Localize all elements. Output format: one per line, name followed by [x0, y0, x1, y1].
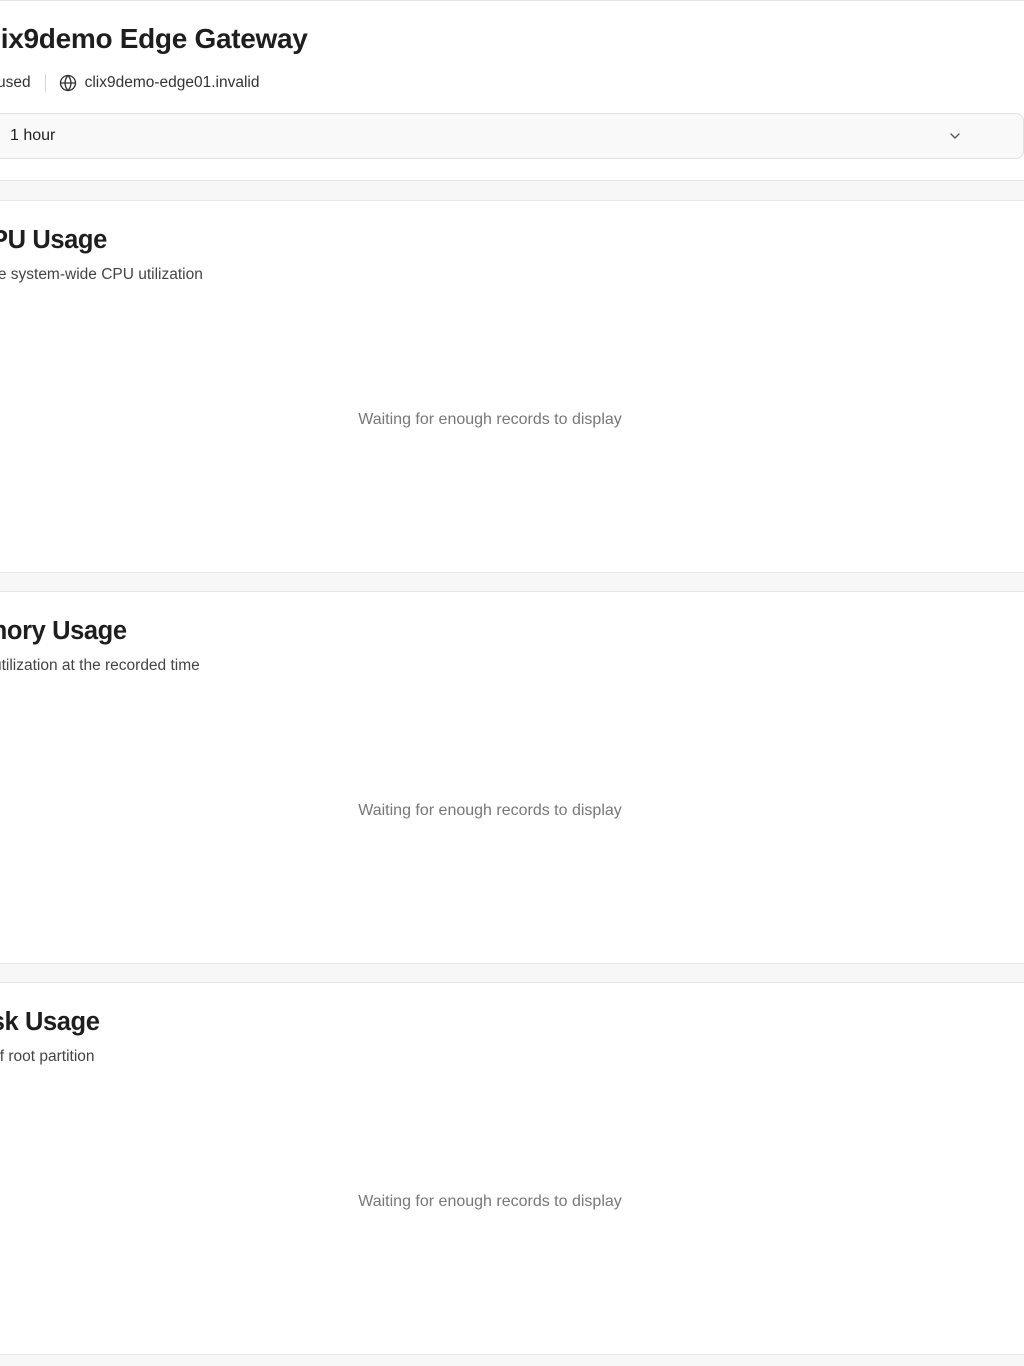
- disk-usage-panel: Disk Usage Usage of root partition Waiti…: [0, 982, 1024, 1355]
- panel-description-memory: Precise utilization at the recorded time: [0, 657, 200, 674]
- panel-description-disk: Usage of root partition: [0, 1048, 95, 1065]
- status-text: Paused: [0, 74, 31, 91]
- empty-state-cpu: Waiting for enough records to display: [358, 411, 622, 428]
- panel-title-cpu: CPU Usage: [0, 226, 107, 254]
- host-meta-row: Paused clix9demo-edge01.invalid: [0, 73, 260, 93]
- meta-divider: [44, 74, 46, 92]
- panel-title-disk: Disk Usage: [0, 1008, 100, 1036]
- panel-description-cpu: Average system-wide CPU utilization: [0, 266, 203, 283]
- cpu-usage-panel: CPU Usage Average system-wide CPU utiliz…: [0, 200, 1024, 573]
- page: clix9demo Edge Gateway Paused clix9demo-…: [0, 0, 1024, 1366]
- memory-usage-panel: Memory Usage Precise utilization at the …: [0, 591, 1024, 964]
- empty-state-disk: Waiting for enough records to display: [358, 1193, 622, 1210]
- globe-icon: [59, 74, 76, 92]
- panel-title-memory: Memory Usage: [0, 617, 127, 645]
- time-range-select[interactable]: 1 hour: [0, 113, 1024, 159]
- empty-state-memory: Waiting for enough records to display: [358, 802, 622, 819]
- time-range-value: 1 hour: [10, 127, 56, 144]
- hostname-text: clix9demo-edge01.invalid: [84, 74, 260, 91]
- chevron-down-icon: [950, 133, 960, 139]
- page-title: clix9demo Edge Gateway: [0, 23, 308, 54]
- host-header-card: clix9demo Edge Gateway Paused clix9demo-…: [0, 0, 1024, 181]
